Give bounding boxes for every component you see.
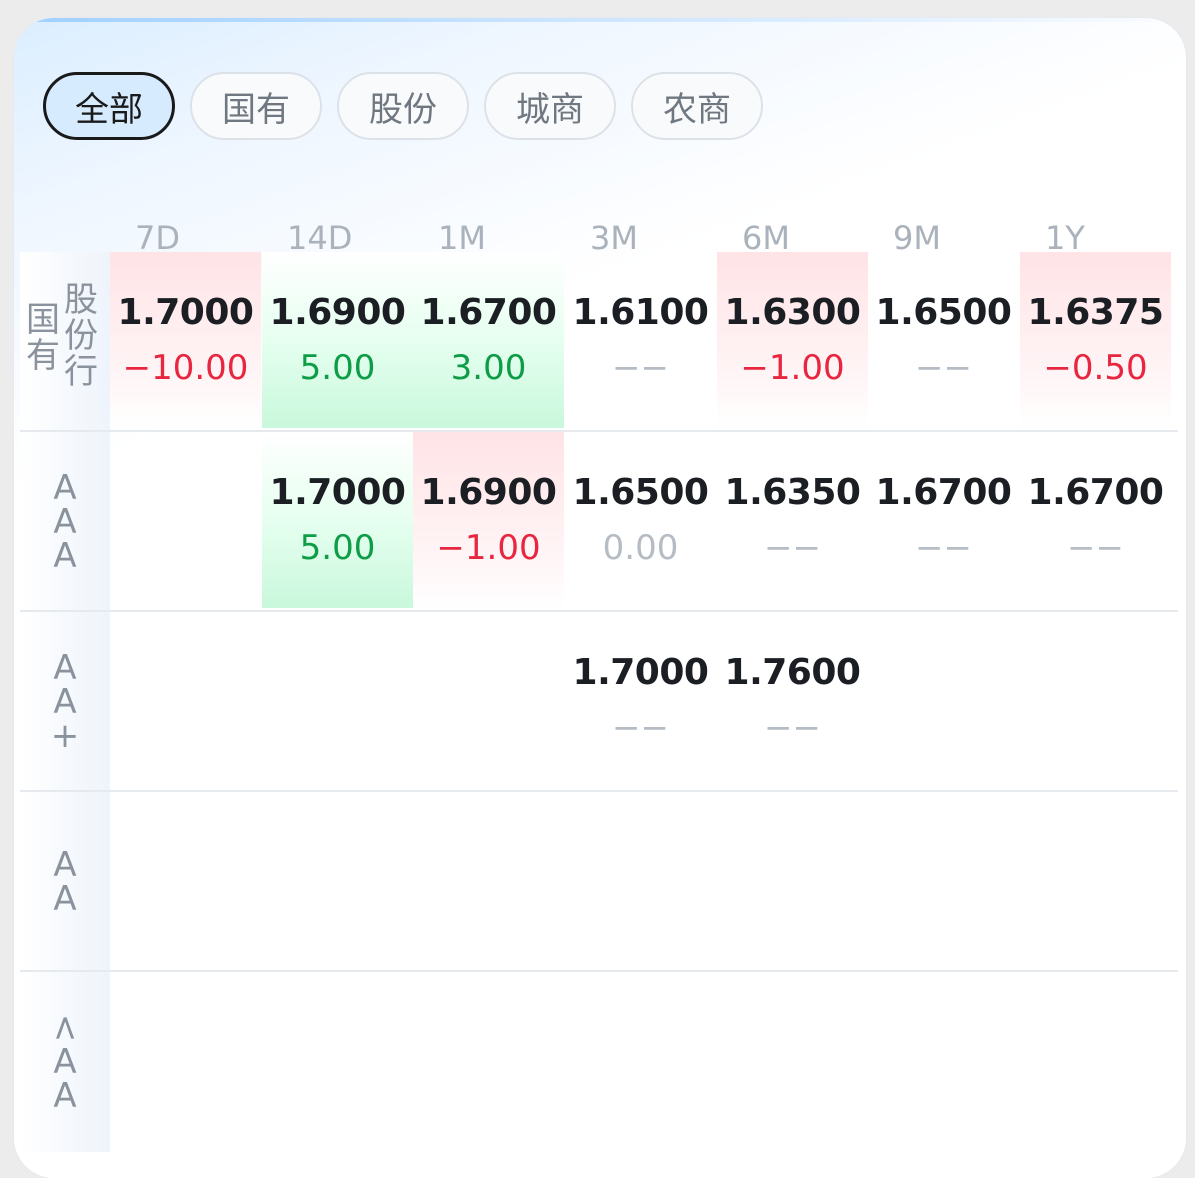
row-aa[interactable]: AA xyxy=(20,792,1178,972)
rate-change: −− xyxy=(612,348,669,388)
row-below-aa[interactable]: < A A xyxy=(20,972,1178,1152)
rate-value: 1.7000 xyxy=(572,652,709,693)
tab-state-owned[interactable]: 国有 xyxy=(190,72,322,140)
rate-change: −− xyxy=(764,528,821,568)
rate-value: 1.6500 xyxy=(875,292,1012,333)
rate-value: 1.6300 xyxy=(724,292,861,333)
row-aa-plus[interactable]: A A +1.7000 −− 1.7600 −− xyxy=(20,612,1178,792)
rate-value: 1.7000 xyxy=(117,292,254,333)
row-label-char: A xyxy=(53,468,77,508)
rate-change: 0.00 xyxy=(602,528,679,568)
row-label-char: A xyxy=(53,1042,77,1082)
row-label-char: 股 xyxy=(64,280,98,320)
rate-cell-3m[interactable]: 1.6500 0.00 xyxy=(565,432,716,608)
row-aaa[interactable]: A A A 1.7000 5.00 1.6900 −1.00 1.6500 0.00 1.6350… xyxy=(20,432,1178,612)
row-label-char: + xyxy=(50,716,80,756)
row-state-joint-stock[interactable]: 国有股份行 1.7000 −10.00 1.6900 5.00 1.6700 3.00 1.6… xyxy=(20,252,1178,432)
tab-all[interactable]: 全部 xyxy=(43,72,175,140)
tab-city-commercial[interactable]: 城商 xyxy=(484,72,616,140)
row-label: < A A xyxy=(20,972,110,1152)
rate-cell-6m[interactable]: 1.7600 −− xyxy=(717,612,868,788)
row-label: A A + xyxy=(20,612,110,792)
rate-cell-6m[interactable]: 1.6300 −1.00 xyxy=(717,252,868,428)
tab-rural-commercial[interactable]: 农商 xyxy=(631,72,763,140)
tab-joint-stock[interactable]: 股份 xyxy=(337,72,469,140)
row-label-char: A xyxy=(53,502,77,542)
rate-cell-3m[interactable]: 1.6100 −− xyxy=(565,252,716,428)
rate-value: 1.7600 xyxy=(724,652,861,693)
row-label: 国有股份行 xyxy=(20,252,110,432)
rate-cell-1m[interactable]: 1.6700 3.00 xyxy=(413,252,564,428)
row-label-char: < xyxy=(45,1013,85,1043)
rate-value: 1.6700 xyxy=(1027,472,1164,513)
rate-cell-3m[interactable]: 1.7000 −− xyxy=(565,612,716,788)
row-label-char: A xyxy=(53,845,77,885)
row-label-char: A xyxy=(53,1076,77,1116)
rate-change: −1.00 xyxy=(436,528,541,568)
row-label-char: 有 xyxy=(26,336,60,376)
rate-value: 1.6900 xyxy=(420,472,557,513)
rate-change: 5.00 xyxy=(299,348,376,388)
row-label-char: A xyxy=(53,682,77,722)
rate-cell-1y[interactable]: 1.6375 −0.50 xyxy=(1020,252,1171,428)
rate-change: −10.00 xyxy=(122,348,249,388)
rate-cell-7d[interactable]: 1.7000 −10.00 xyxy=(110,252,261,428)
rate-cell-1y[interactable]: 1.6700 −− xyxy=(1020,432,1171,608)
rate-cell-9m[interactable]: 1.6500 −− xyxy=(868,252,1019,428)
row-label-char: A xyxy=(53,879,77,919)
rate-value: 1.6700 xyxy=(420,292,557,333)
rate-value: 1.6900 xyxy=(269,292,406,333)
rate-change: −1.00 xyxy=(740,348,845,388)
rate-change: 5.00 xyxy=(299,528,376,568)
rate-cell-6m[interactable]: 1.6350 −− xyxy=(717,432,868,608)
row-label: AAA xyxy=(20,432,110,612)
row-label-char: 行 xyxy=(64,352,98,392)
rate-value: 1.6100 xyxy=(572,292,709,333)
row-label: AA xyxy=(20,792,110,972)
rate-cell-14d[interactable]: 1.7000 5.00 xyxy=(262,432,413,608)
rate-change: −− xyxy=(764,708,821,748)
rate-change: −− xyxy=(915,348,972,388)
rate-value: 1.6700 xyxy=(875,472,1012,513)
rate-cell-1m[interactable]: 1.6900 −1.00 xyxy=(413,432,564,608)
rate-value: 1.6500 xyxy=(572,472,709,513)
rate-change: −− xyxy=(1067,528,1124,568)
row-label-char: 国 xyxy=(26,300,60,340)
rate-change: −− xyxy=(612,708,669,748)
rate-cell-14d[interactable]: 1.6900 5.00 xyxy=(262,252,413,428)
row-label-char: A xyxy=(53,648,77,688)
rate-value: 1.7000 xyxy=(269,472,406,513)
rate-change: −− xyxy=(915,528,972,568)
rate-change: 3.00 xyxy=(450,348,527,388)
bank-type-tabs: 全部 国有 股份 城商 农商 xyxy=(43,72,763,140)
rate-change: −0.50 xyxy=(1043,348,1148,388)
rate-value: 1.6375 xyxy=(1027,292,1164,333)
rate-matrix-card: 全部 国有 股份 城商 农商 7D 14D 1M 3M 6M 9M 1Y 国有股份行 1.7000 −1… xyxy=(14,18,1186,1178)
rate-cell-9m[interactable]: 1.6700 −− xyxy=(868,432,1019,608)
row-label-char: 份 xyxy=(64,316,98,356)
row-label-char: A xyxy=(53,536,77,576)
rate-value: 1.6350 xyxy=(724,472,861,513)
